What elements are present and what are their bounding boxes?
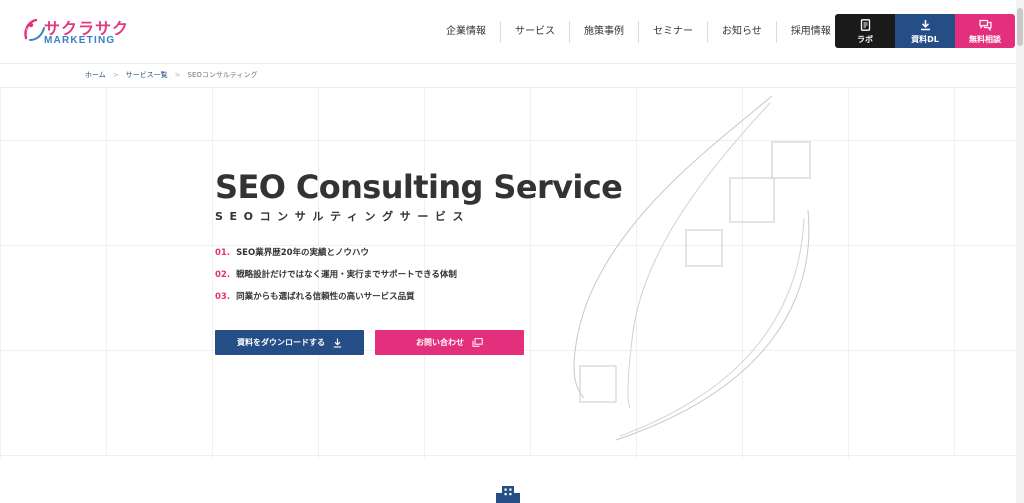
feature-point-number: 03. [215,292,231,302]
nav-item-seminars[interactable]: セミナー [639,21,708,43]
feature-points-list: 01. SEO業界歴20年の実績とノウハウ 02. 戦略設計だけではなく運用・実行ま… [215,246,457,312]
building-icon [496,486,520,503]
download-button-label: 資料DL [911,35,939,44]
feature-point-number: 02. [215,270,231,280]
external-window-icon [472,338,483,347]
document-icon [860,19,870,31]
breadcrumb-current: SEOコンサルティング [187,71,258,79]
breadcrumb-divider [0,87,1016,88]
feature-point: 03. 同業からも選ばれる信頼性の高いサービス品質 [215,290,457,312]
download-materials-cta-button[interactable]: 資料をダウンロードする [215,330,364,355]
nav-item-company[interactable]: 企業情報 [432,21,501,43]
feature-point: 01. SEO業界歴20年の実績とノウハウ [215,246,457,268]
feature-point: 02. 戦略設計だけではなく運用・実行までサポートできる体制 [215,268,457,290]
breadcrumb: ホーム > サービス一覧 > SEOコンサルティング [85,70,258,80]
hero-section: SEO Consulting Service SEOコンサルティングサービス [215,168,623,224]
lab-button-label: ラボ [857,35,873,44]
feature-point-text: SEO業界歴20年の実績とノウハウ [236,248,370,258]
cta-contact-label: お問い合わせ [416,338,464,347]
decorative-leaf-graphic [573,95,811,441]
breadcrumb-services[interactable]: サービス一覧 [126,70,168,80]
feature-point-number: 01. [215,248,231,258]
lab-button[interactable]: ラボ [835,14,895,48]
scrollbar-thumb[interactable] [1017,8,1023,46]
breadcrumb-separator: > [174,71,181,79]
nav-item-services[interactable]: サービス [501,21,570,43]
site-logo[interactable]: サクラサク MARKETING [22,14,128,50]
download-arrow-icon [333,338,342,348]
download-materials-button[interactable]: 資料DL [895,14,955,48]
nav-item-case-studies[interactable]: 施策事例 [570,21,639,43]
background-grid [0,88,1024,458]
nav-item-news[interactable]: お知らせ [708,21,777,43]
cta-download-label: 資料をダウンロードする [237,338,325,347]
consult-button-label: 無料相談 [969,35,1001,44]
logo-text-sub: MARKETING [44,35,116,46]
main-navigation: 企業情報 サービス 施策事例 セミナー お知らせ 採用情報 [432,21,845,43]
contact-cta-button[interactable]: お問い合わせ [375,330,524,355]
hero-subtitle: SEOコンサルティングサービス [215,210,471,223]
breadcrumb-separator: > [112,71,119,79]
free-consultation-button[interactable]: 無料相談 [955,14,1015,48]
scrollbar[interactable] [1016,0,1024,503]
feature-point-text: 戦略設計だけではなく運用・実行までサポートできる体制 [236,270,457,280]
breadcrumb-home[interactable]: ホーム [85,70,106,80]
hero-title: SEO Consulting Service [215,168,623,206]
download-icon [920,20,930,31]
site-header: サクラサク MARKETING 企業情報 サービス 施策事例 セミナー お知らせ… [0,0,1024,64]
feature-point-text: 同業からも選ばれる信頼性の高いサービス品質 [236,292,415,302]
chat-icon [978,19,992,31]
